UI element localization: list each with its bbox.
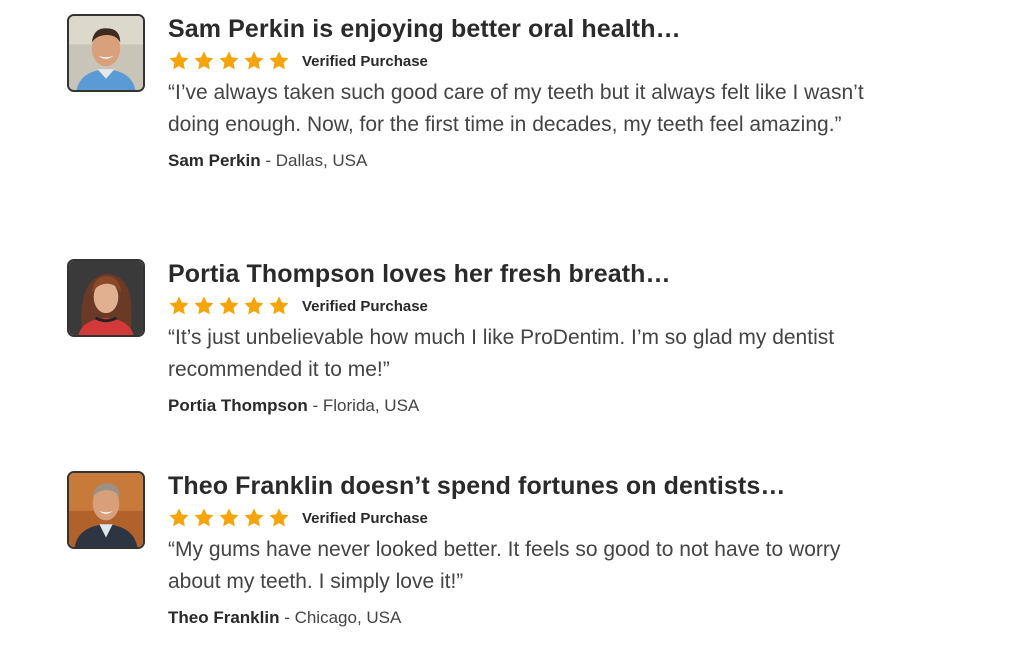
rating-row: Verified Purchase (168, 294, 928, 318)
star-icon (244, 508, 264, 527)
review-quote: “My gums have never looked better. It fe… (168, 538, 841, 593)
star-rating (168, 507, 290, 529)
star-icon (269, 296, 289, 315)
star-rating (168, 50, 290, 72)
author-location: - Florida, USA (307, 396, 420, 415)
avatar (67, 14, 145, 92)
reviewer-photo (69, 473, 143, 547)
star-rating (168, 295, 290, 317)
author-name: Portia Thompson (168, 396, 308, 415)
star-icon (269, 51, 289, 70)
verified-badge: Verified Purchase (302, 509, 428, 527)
author-name: Sam Perkin (168, 151, 261, 170)
reviewer-photo (69, 16, 143, 90)
verified-badge: Verified Purchase (302, 52, 428, 70)
review-headline: Sam Perkin is enjoying better oral healt… (168, 15, 681, 43)
review-author: Theo Franklin - Chicago, USA (168, 608, 928, 628)
review-author: Portia Thompson - Florida, USA (168, 396, 928, 416)
star-icon (169, 296, 189, 315)
star-icon (244, 296, 264, 315)
review-headline: Theo Franklin doesn’t spend fortunes on … (168, 472, 786, 500)
avatar (67, 471, 145, 549)
star-icon (269, 508, 289, 527)
author-name: Theo Franklin (168, 608, 280, 627)
rating-row: Verified Purchase (168, 49, 928, 73)
reviewer-photo (69, 261, 143, 335)
verified-badge: Verified Purchase (302, 297, 428, 315)
review-headline: Portia Thompson loves her fresh breath… (168, 260, 671, 288)
star-icon (194, 51, 214, 70)
review-quote: “It’s just unbelievable how much I like … (168, 326, 835, 381)
star-icon (219, 508, 239, 527)
rating-row: Verified Purchase (168, 506, 928, 530)
author-location: - Chicago, USA (279, 608, 402, 627)
star-icon (194, 508, 214, 527)
star-icon (244, 51, 264, 70)
avatar (67, 259, 145, 337)
star-icon (194, 296, 214, 315)
star-icon (169, 51, 189, 70)
review-quote: “I’ve always taken such good care of my … (168, 81, 864, 136)
star-icon (219, 296, 239, 315)
star-icon (169, 508, 189, 527)
author-location: - Dallas, USA (260, 151, 368, 170)
star-icon (219, 51, 239, 70)
review-author: Sam Perkin - Dallas, USA (168, 151, 928, 171)
